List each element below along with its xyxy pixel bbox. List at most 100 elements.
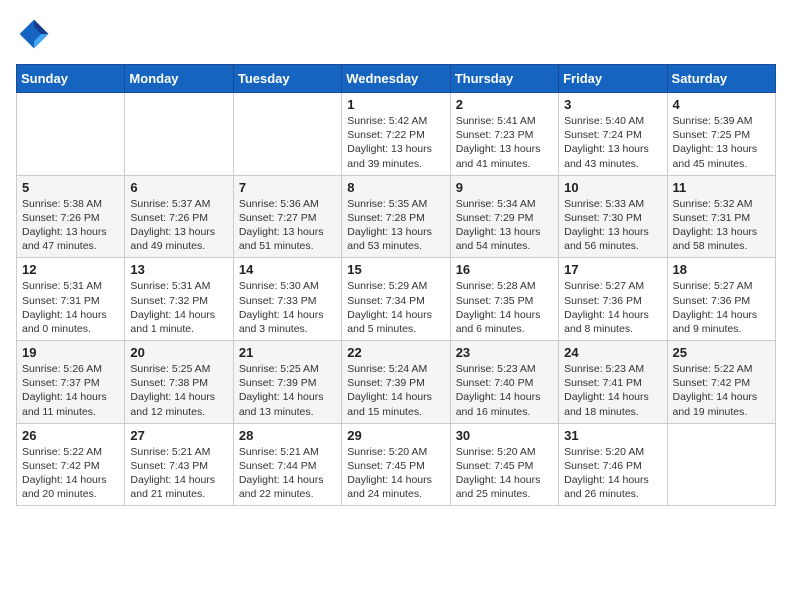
day-number: 19 [22,345,119,360]
weekday-header-sunday: Sunday [17,65,125,93]
day-number: 5 [22,180,119,195]
calendar-week: 19 Sunrise: 5:26 AM Sunset: 7:37 PM Dayli… [17,341,776,424]
calendar-cell: 2 Sunrise: 5:41 AM Sunset: 7:23 PM Daylig… [450,93,558,176]
calendar-cell: 21Sunrise: 5:25 AM Sunset: 7:39 PM Dayli… [233,341,341,424]
calendar-cell: 24 Sunrise: 5:23 AM Sunset: 7:41 PM Dayli… [559,341,667,424]
day-number: 30 [456,428,553,443]
calendar-week: 1 Sunrise: 5:42 AM Sunset: 7:22 PM Daylig… [17,93,776,176]
calendar-cell: 4Sunrise: 5:39 AM Sunset: 7:25 PM Daylig… [667,93,775,176]
calendar-cell: 7 Sunrise: 5:36 AM Sunset: 7:27 PM Daylig… [233,175,341,258]
calendar-cell: 28Sunrise: 5:21 AM Sunset: 7:44 PM Dayli… [233,423,341,506]
day-number: 22 [347,345,444,360]
day-number: 7 [239,180,336,195]
calendar-cell: 14 Sunrise: 5:30 AM Sunset: 7:33 PM Dayli… [233,258,341,341]
weekday-header-friday: Friday [559,65,667,93]
day-info: Sunrise: 5:25 AM Sunset: 7:38 PM Dayligh… [130,362,227,419]
weekday-header-tuesday: Tuesday [233,65,341,93]
calendar-header: SundayMondayTuesdayWednesdayThursdayFrid… [17,65,776,93]
day-number: 31 [564,428,661,443]
day-info: Sunrise: 5:34 AM Sunset: 7:29 PM Dayligh… [456,197,553,254]
calendar-week: 12 Sunrise: 5:31 AM Sunset: 7:31 PM Dayli… [17,258,776,341]
calendar-cell: 30 Sunrise: 5:20 AM Sunset: 7:45 PM Dayli… [450,423,558,506]
day-number: 2 [456,97,553,112]
day-number: 9 [456,180,553,195]
day-info: Sunrise: 5:20 AM Sunset: 7:46 PM Dayligh… [564,445,661,502]
calendar-cell: 13 Sunrise: 5:31 AM Sunset: 7:32 PM Dayli… [125,258,233,341]
calendar-cell: 29 Sunrise: 5:20 AM Sunset: 7:45 PM Dayli… [342,423,450,506]
day-number: 6 [130,180,227,195]
day-info: Sunrise: 5:27 AM Sunset: 7:36 PM Dayligh… [564,279,661,336]
logo [16,16,56,52]
calendar-cell: 15 Sunrise: 5:29 AM Sunset: 7:34 PM Dayli… [342,258,450,341]
day-number: 20 [130,345,227,360]
calendar-cell: 3 Sunrise: 5:40 AM Sunset: 7:24 PM Daylig… [559,93,667,176]
day-info: Sunrise: 5:20 AM Sunset: 7:45 PM Dayligh… [347,445,444,502]
calendar-cell: 19 Sunrise: 5:26 AM Sunset: 7:37 PM Dayli… [17,341,125,424]
day-info: Sunrise: 5:21 AM Sunset: 7:43 PM Dayligh… [130,445,227,502]
calendar-cell: 27 Sunrise: 5:21 AM Sunset: 7:43 PM Dayli… [125,423,233,506]
day-info: Sunrise: 5:22 AM Sunset: 7:42 PM Dayligh… [22,445,119,502]
calendar-cell: 8 Sunrise: 5:35 AM Sunset: 7:28 PM Daylig… [342,175,450,258]
day-number: 13 [130,262,227,277]
day-number: 27 [130,428,227,443]
day-number: 14 [239,262,336,277]
day-info: Sunrise: 5:40 AM Sunset: 7:24 PM Dayligh… [564,114,661,171]
day-number: 26 [22,428,119,443]
day-number: 17 [564,262,661,277]
calendar-cell: 12 Sunrise: 5:31 AM Sunset: 7:31 PM Dayli… [17,258,125,341]
day-info: Sunrise: 5:20 AM Sunset: 7:45 PM Dayligh… [456,445,553,502]
weekday-header-saturday: Saturday [667,65,775,93]
calendar-cell: 16Sunrise: 5:28 AM Sunset: 7:35 PM Dayli… [450,258,558,341]
logo-icon [16,16,52,52]
day-number: 3 [564,97,661,112]
day-number: 25 [673,345,770,360]
calendar-cell [667,423,775,506]
day-info: Sunrise: 5:29 AM Sunset: 7:34 PM Dayligh… [347,279,444,336]
day-number: 29 [347,428,444,443]
day-info: Sunrise: 5:24 AM Sunset: 7:39 PM Dayligh… [347,362,444,419]
day-info: Sunrise: 5:42 AM Sunset: 7:22 PM Dayligh… [347,114,444,171]
calendar-cell: 22 Sunrise: 5:24 AM Sunset: 7:39 PM Dayli… [342,341,450,424]
day-info: Sunrise: 5:35 AM Sunset: 7:28 PM Dayligh… [347,197,444,254]
day-number: 1 [347,97,444,112]
day-info: Sunrise: 5:36 AM Sunset: 7:27 PM Dayligh… [239,197,336,254]
weekday-header-monday: Monday [125,65,233,93]
day-info: Sunrise: 5:41 AM Sunset: 7:23 PM Dayligh… [456,114,553,171]
calendar-cell: 11Sunrise: 5:32 AM Sunset: 7:31 PM Dayli… [667,175,775,258]
day-info: Sunrise: 5:31 AM Sunset: 7:31 PM Dayligh… [22,279,119,336]
calendar-week: 26 Sunrise: 5:22 AM Sunset: 7:42 PM Dayli… [17,423,776,506]
day-number: 4 [673,97,770,112]
calendar-cell: 17 Sunrise: 5:27 AM Sunset: 7:36 PM Dayli… [559,258,667,341]
day-info: Sunrise: 5:26 AM Sunset: 7:37 PM Dayligh… [22,362,119,419]
calendar-cell: 1 Sunrise: 5:42 AM Sunset: 7:22 PM Daylig… [342,93,450,176]
day-info: Sunrise: 5:31 AM Sunset: 7:32 PM Dayligh… [130,279,227,336]
calendar-cell: 10Sunrise: 5:33 AM Sunset: 7:30 PM Dayli… [559,175,667,258]
calendar-table: SundayMondayTuesdayWednesdayThursdayFrid… [16,64,776,506]
day-info: Sunrise: 5:30 AM Sunset: 7:33 PM Dayligh… [239,279,336,336]
weekday-row: SundayMondayTuesdayWednesdayThursdayFrid… [17,65,776,93]
day-number: 23 [456,345,553,360]
day-info: Sunrise: 5:38 AM Sunset: 7:26 PM Dayligh… [22,197,119,254]
day-number: 18 [673,262,770,277]
day-info: Sunrise: 5:25 AM Sunset: 7:39 PM Dayligh… [239,362,336,419]
calendar-cell: 25 Sunrise: 5:22 AM Sunset: 7:42 PM Dayli… [667,341,775,424]
day-info: Sunrise: 5:37 AM Sunset: 7:26 PM Dayligh… [130,197,227,254]
calendar-cell: 23Sunrise: 5:23 AM Sunset: 7:40 PM Dayli… [450,341,558,424]
weekday-header-wednesday: Wednesday [342,65,450,93]
calendar-week: 5 Sunrise: 5:38 AM Sunset: 7:26 PM Daylig… [17,175,776,258]
calendar-cell: 20 Sunrise: 5:25 AM Sunset: 7:38 PM Dayli… [125,341,233,424]
day-number: 24 [564,345,661,360]
day-info: Sunrise: 5:23 AM Sunset: 7:41 PM Dayligh… [564,362,661,419]
calendar-cell: 6 Sunrise: 5:37 AM Sunset: 7:26 PM Daylig… [125,175,233,258]
calendar-cell: 18Sunrise: 5:27 AM Sunset: 7:36 PM Dayli… [667,258,775,341]
day-number: 12 [22,262,119,277]
calendar-cell: 31 Sunrise: 5:20 AM Sunset: 7:46 PM Dayli… [559,423,667,506]
day-info: Sunrise: 5:22 AM Sunset: 7:42 PM Dayligh… [673,362,770,419]
day-number: 15 [347,262,444,277]
day-number: 10 [564,180,661,195]
calendar-cell [17,93,125,176]
day-number: 11 [673,180,770,195]
calendar-cell [125,93,233,176]
day-number: 28 [239,428,336,443]
day-number: 8 [347,180,444,195]
